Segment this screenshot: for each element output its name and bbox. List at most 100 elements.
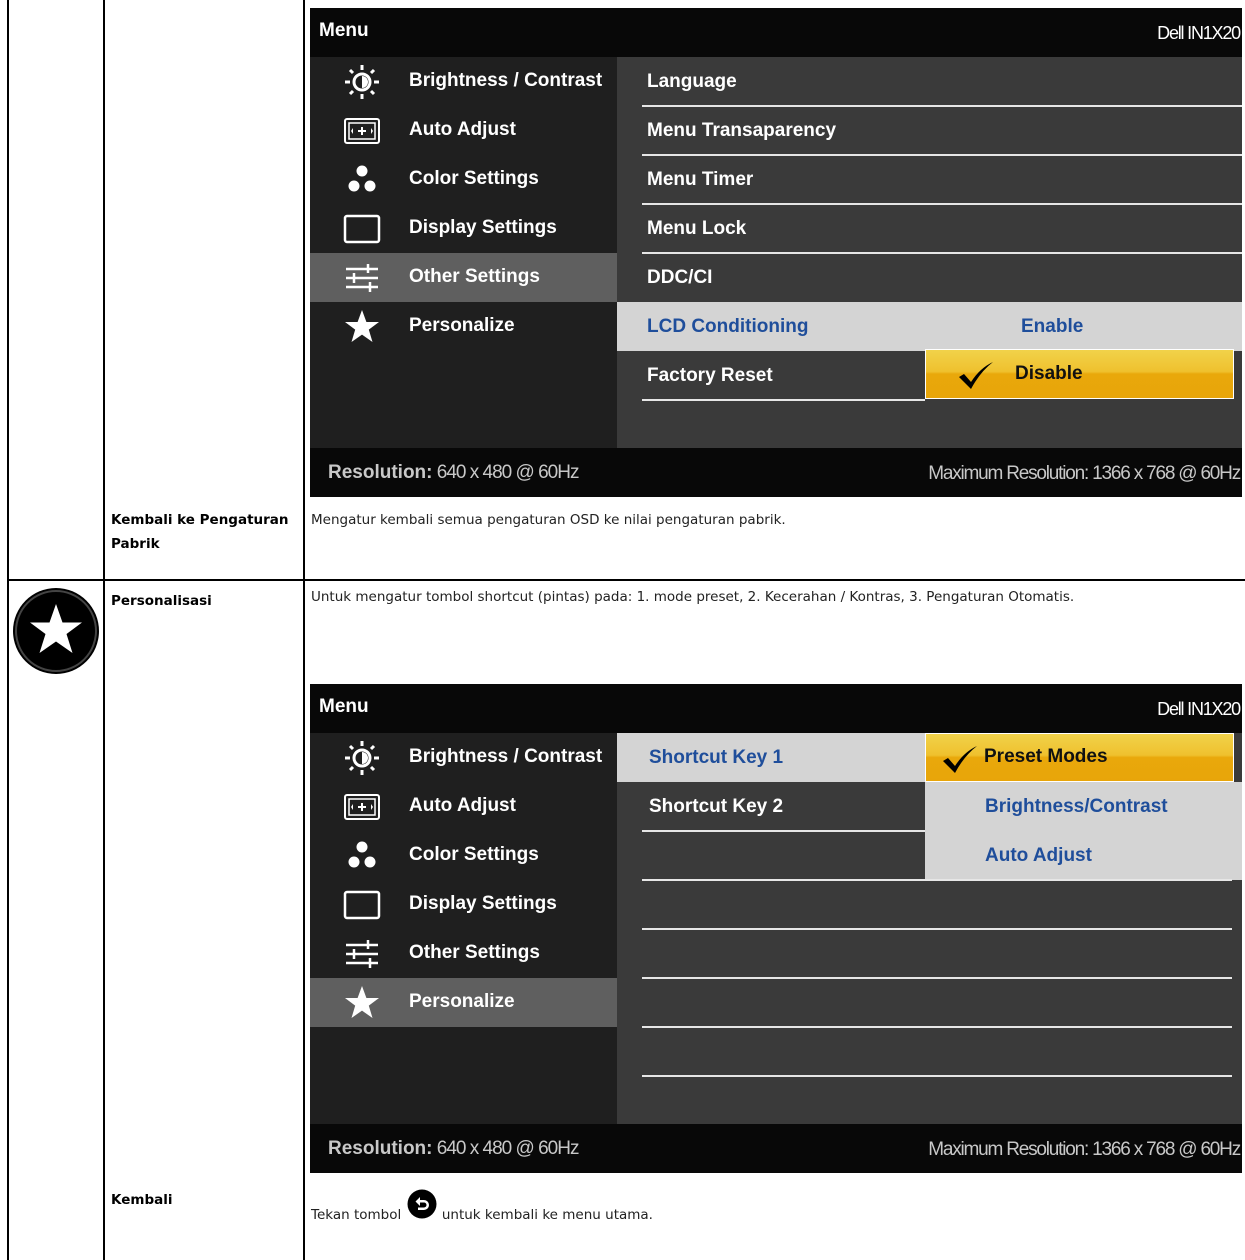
personalize-star-icon (13, 588, 99, 674)
max-resolution-text: Maximum Resolution: 1366 x 768 @ 60Hz (928, 463, 1241, 484)
option-disable-selected[interactable]: Disable (925, 349, 1234, 399)
menu-item-label: Brightness / Contrast (409, 746, 603, 767)
osd-screenshot-other-settings: Menu Dell IN1X20 Brightness / Contrast A… (310, 8, 1242, 497)
osd-submenu: Language Menu Transaparency Menu Timer M… (617, 57, 1242, 448)
submenu-item-label: Factory Reset (647, 365, 773, 386)
menu-item-label: Display Settings (409, 217, 557, 238)
row-label-personalize: Personalisasi (111, 593, 212, 609)
row-description-personalize: Untuk mengatur tombol shortcut (pintas) … (311, 589, 1075, 605)
option-label: Enable (1021, 316, 1084, 337)
menu-item-display-settings[interactable]: Display Settings (310, 204, 617, 253)
divider (642, 1026, 1232, 1028)
description-text: Tekan tombol (311, 1207, 402, 1223)
auto-adjust-icon (344, 118, 380, 144)
divider (642, 879, 1232, 881)
display-settings-icon (343, 214, 381, 244)
osd-footer: Resolution: 640 x 480 @ 60Hz Maximum Res… (310, 448, 1242, 497)
row-description-back: Tekan tombol untuk kembali ke menu utama… (311, 1189, 653, 1223)
row-description-factory-reset: Mengatur kembali semua pengaturan OSD ke… (311, 512, 786, 528)
divider (642, 399, 925, 401)
row-label-factory-reset: Kembali ke Pengaturan Pabrik (111, 508, 303, 556)
display-settings-icon (343, 890, 381, 920)
resolution-label: Resolution: (328, 462, 433, 483)
resolution-value: 640 x 480 @ 60Hz (436, 1138, 580, 1159)
row-label-back: Kembali (111, 1192, 173, 1208)
resolution-text: Resolution: 640 x 480 @ 60Hz (328, 462, 580, 484)
description-text: untuk kembali ke menu utama. (441, 1207, 653, 1223)
osd-model: Dell IN1X20 (1157, 23, 1241, 43)
menu-item-label: Personalize (409, 991, 515, 1012)
submenu-item-shortcut-key-1[interactable]: Shortcut Key 1 (617, 733, 925, 782)
resolution-label: Resolution: (328, 1138, 433, 1159)
table-divider (7, 0, 9, 1260)
option-label: Preset Modes (984, 746, 1108, 767)
submenu-item-label: Language (647, 71, 737, 92)
menu-item-label: Auto Adjust (409, 119, 516, 140)
osd-model: Dell IN1X20 (1157, 699, 1241, 719)
resolution-value: 640 x 480 @ 60Hz (436, 462, 580, 483)
submenu-item-label: Shortcut Key 1 (649, 747, 784, 768)
submenu-item-menu-lock[interactable]: Menu Lock (617, 204, 1242, 253)
menu-item-display-settings[interactable]: Display Settings (310, 880, 617, 929)
option-label: Brightness/Contrast (985, 796, 1168, 817)
table-divider (103, 0, 105, 1260)
osd-main-menu: Brightness / Contrast Auto Adjust Color … (310, 57, 617, 448)
label-line: Kembali ke Pengaturan (111, 512, 289, 528)
menu-item-auto-adjust[interactable]: Auto Adjust (310, 106, 617, 155)
submenu-item-label: DDC/CI (647, 267, 713, 288)
resolution-text: Resolution: 640 x 480 @ 60Hz (328, 1138, 580, 1160)
submenu-item-label: Shortcut Key 2 (649, 796, 784, 817)
personalize-star-icon (345, 986, 379, 1018)
brightness-icon (345, 741, 379, 775)
menu-item-label: Other Settings (409, 266, 540, 287)
color-settings-icon (348, 165, 376, 192)
label-line: Pabrik (111, 536, 160, 552)
other-settings-icon (346, 264, 378, 292)
other-settings-icon (346, 940, 378, 968)
submenu-item-ddc-ci[interactable]: DDC/CI (617, 253, 1242, 302)
menu-item-personalize[interactable]: Personalize (310, 302, 617, 351)
submenu-item-label: Menu Transaparency (647, 120, 837, 141)
submenu-item-factory-reset[interactable]: Factory Reset (617, 351, 925, 400)
menu-item-label: Brightness / Contrast (409, 70, 603, 91)
option-brightness-contrast[interactable]: Brightness/Contrast (925, 782, 1242, 831)
checkmark-icon (943, 746, 977, 773)
submenu-item-language[interactable]: Language (617, 57, 1242, 106)
submenu-item-label: LCD Conditioning (647, 316, 809, 337)
submenu-item-label: Menu Timer (647, 169, 754, 190)
option-preset-modes-selected[interactable]: Preset Modes (925, 733, 1234, 782)
max-resolution-text: Maximum Resolution: 1366 x 768 @ 60Hz (928, 1139, 1241, 1160)
option-label: Auto Adjust (985, 845, 1092, 866)
submenu-item-menu-timer[interactable]: Menu Timer (617, 155, 1242, 204)
submenu-item-label: Menu Lock (647, 218, 747, 239)
menu-item-label: Personalize (409, 315, 515, 336)
menu-item-color-settings[interactable]: Color Settings (310, 831, 617, 880)
menu-item-brightness-contrast[interactable]: Brightness / Contrast (310, 57, 617, 106)
menu-item-label: Other Settings (409, 942, 540, 963)
submenu-item-menu-transparency[interactable]: Menu Transaparency (617, 106, 1242, 155)
option-enable[interactable]: Enable (925, 302, 1242, 351)
option-label: Disable (1015, 363, 1083, 384)
menu-item-color-settings[interactable]: Color Settings (310, 155, 617, 204)
menu-item-label: Color Settings (409, 168, 539, 189)
brightness-icon (345, 65, 379, 99)
submenu-item-shortcut-key-2[interactable]: Shortcut Key 2 (617, 782, 925, 831)
menu-item-personalize[interactable]: Personalize (310, 978, 617, 1027)
osd-header: Menu Dell IN1X20 (310, 684, 1242, 733)
osd-screenshot-personalize: Menu Dell IN1X20 Brightness / Contrast A… (310, 684, 1242, 1173)
osd-header: Menu Dell IN1X20 (310, 8, 1242, 57)
color-settings-icon (348, 841, 376, 868)
menu-item-other-settings[interactable]: Other Settings (310, 253, 617, 302)
menu-item-auto-adjust[interactable]: Auto Adjust (310, 782, 617, 831)
back-button-icon (407, 1189, 437, 1219)
table-divider (303, 0, 305, 1260)
divider (642, 830, 925, 832)
menu-item-brightness-contrast[interactable]: Brightness / Contrast (310, 733, 617, 782)
menu-item-other-settings[interactable]: Other Settings (310, 929, 617, 978)
checkmark-icon (959, 362, 993, 389)
osd-title: Menu (319, 696, 369, 717)
option-auto-adjust[interactable]: Auto Adjust (925, 831, 1242, 880)
menu-item-label: Color Settings (409, 844, 539, 865)
divider (642, 977, 1232, 979)
divider (642, 1075, 1232, 1077)
